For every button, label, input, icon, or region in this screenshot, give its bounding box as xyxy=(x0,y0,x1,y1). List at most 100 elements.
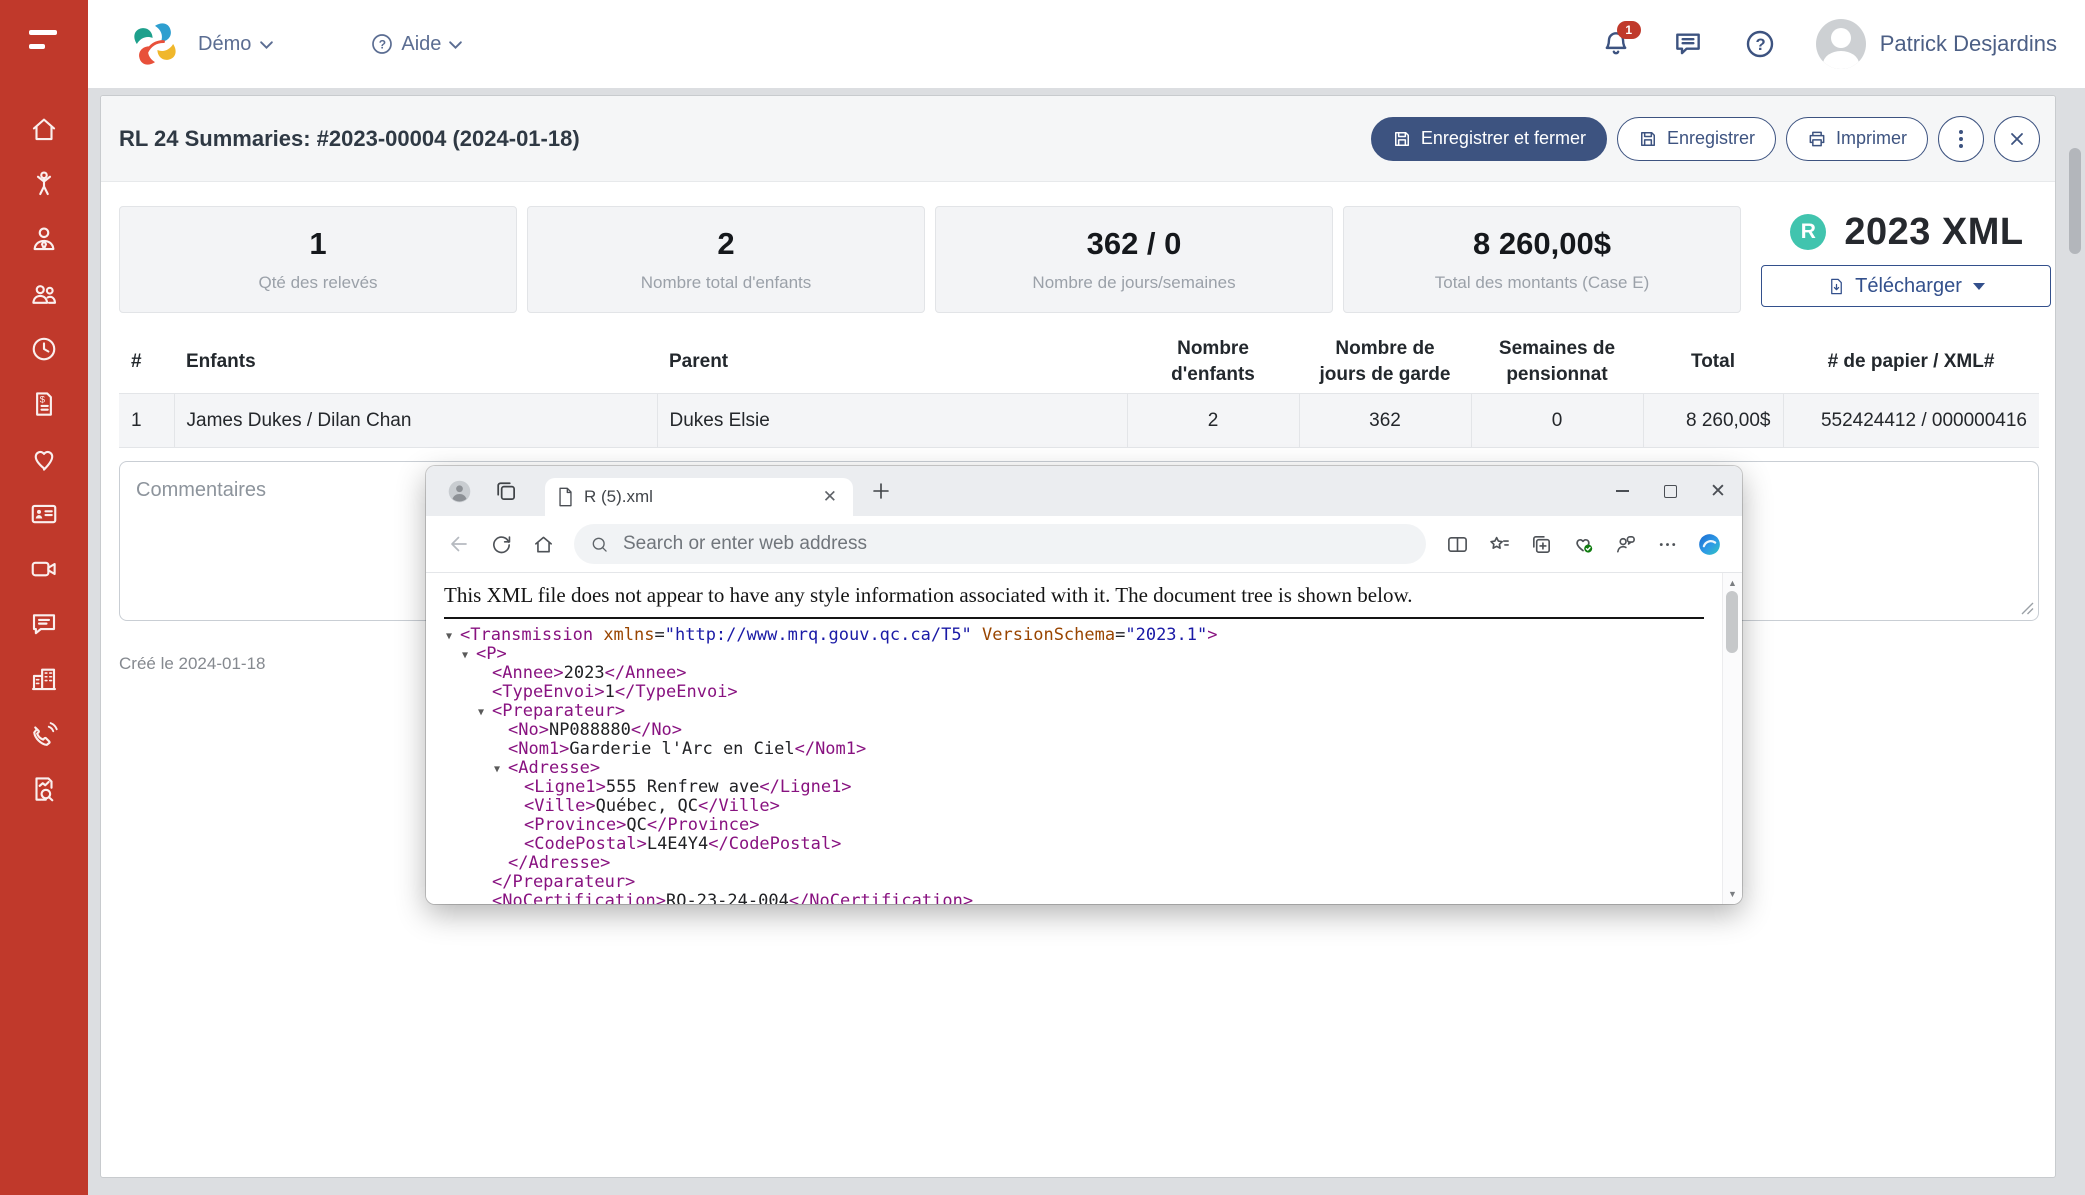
account-menu[interactable]: Patrick Desjardins xyxy=(1816,19,2057,69)
xml-line: <CodePostal>L4E4Y4</CodePostal> xyxy=(432,835,1742,854)
brand-menu[interactable]: Démo xyxy=(198,33,274,56)
download-button[interactable]: Télécharger xyxy=(1761,265,2051,307)
new-tab-icon[interactable] xyxy=(869,479,893,503)
browser-window: R (5).xml ✕ ✕ xyxy=(426,466,1742,904)
xml-line: </Preparateur> xyxy=(432,873,1742,892)
page-scrollbar[interactable] xyxy=(2069,148,2081,254)
collapse-arrow-icon[interactable]: ▼ xyxy=(446,627,460,646)
heart-icon xyxy=(29,444,59,474)
sidebar-item-calls[interactable] xyxy=(22,706,66,761)
xml-line: <Annee>2023</Annee> xyxy=(432,664,1742,683)
xml-line: </Adresse> xyxy=(432,854,1742,873)
browser-essentials-button[interactable] xyxy=(1562,523,1604,565)
xml-line: <Ville>Québec, QC</Ville> xyxy=(432,797,1742,816)
stat-card-montants: 8 260,00$ Total des montants (Case E) xyxy=(1343,206,1741,313)
col-parent: Parent xyxy=(657,331,1127,394)
browser-profile-icon[interactable] xyxy=(446,478,473,505)
xml-line: ▼<Adresse> xyxy=(432,759,1742,778)
divider xyxy=(444,617,1704,619)
table-header-row: # Enfants Parent Nombre d'enfants Nombre… xyxy=(119,331,2039,394)
browser-content: This XML file does not appear to have an… xyxy=(426,573,1742,904)
xml-download-block: R 2023 XML Télécharger xyxy=(1761,206,2053,307)
caret-down-icon xyxy=(1973,283,1985,290)
tab-close-icon[interactable]: ✕ xyxy=(819,487,841,507)
sidebar-item-id-cards[interactable] xyxy=(22,486,66,541)
person-feedback-icon xyxy=(1614,533,1637,556)
collapse-arrow-icon[interactable]: ▼ xyxy=(478,703,492,722)
kebab-icon xyxy=(1959,130,1963,148)
collections-icon xyxy=(1530,533,1553,556)
sidebar-item-children[interactable] xyxy=(22,156,66,211)
save-and-close-button[interactable]: Enregistrer et fermer xyxy=(1371,117,1607,161)
collections-button[interactable] xyxy=(1520,523,1562,565)
workspaces-icon[interactable] xyxy=(493,478,519,504)
address-input[interactable] xyxy=(621,532,1410,556)
split-screen-button[interactable] xyxy=(1436,523,1478,565)
xml-line: <Nom1>Garderie l'Arc en Ciel</Nom1> xyxy=(432,740,1742,759)
address-bar[interactable] xyxy=(574,524,1426,564)
sidebar-item-reports[interactable] xyxy=(22,761,66,816)
page-title: RL 24 Summaries: #2023-00004 (2024-01-18… xyxy=(119,126,580,152)
scroll-down-icon[interactable]: ▼ xyxy=(1723,889,1742,899)
child-icon xyxy=(29,169,59,199)
sidebar-item-billing[interactable]: $ xyxy=(22,376,66,431)
sidebar-item-health[interactable] xyxy=(22,431,66,486)
chevron-down-icon xyxy=(259,40,274,50)
close-panel-button[interactable] xyxy=(1994,116,2040,162)
menu-toggle-icon[interactable] xyxy=(29,30,59,49)
table-row[interactable]: 1 James Dukes / Dilan Chan Dukes Elsie 2… xyxy=(119,394,2039,448)
more-options-button[interactable] xyxy=(1938,116,1984,162)
sidebar-item-families[interactable] xyxy=(22,266,66,321)
minimize-icon xyxy=(1616,490,1629,492)
refresh-button[interactable] xyxy=(480,523,522,565)
sidebar-item-home[interactable] xyxy=(22,101,66,156)
xml-line: <Ligne1>555 Renfrew ave</Ligne1> xyxy=(432,778,1742,797)
print-button[interactable]: Imprimer xyxy=(1786,117,1928,161)
xml-line: ▼<Transmission xmlns="http://www.mrq.gou… xyxy=(432,626,1742,645)
sidebar: $ xyxy=(0,0,88,1195)
document-icon xyxy=(557,487,574,507)
sidebar-item-organization[interactable] xyxy=(22,651,66,706)
resize-grip[interactable] xyxy=(2021,602,2034,615)
content-scrollbar[interactable]: ▲ ▼ xyxy=(1722,573,1742,904)
collapse-arrow-icon[interactable]: ▼ xyxy=(494,760,508,779)
svg-text:?: ? xyxy=(1755,35,1765,54)
notifications-button[interactable]: 1 xyxy=(1600,28,1632,60)
copilot-button[interactable] xyxy=(1688,523,1730,565)
sidebar-item-staff[interactable] xyxy=(22,211,66,266)
download-file-icon xyxy=(1827,277,1846,296)
home-button[interactable] xyxy=(522,523,564,565)
messages-button[interactable] xyxy=(1672,28,1704,60)
ellipsis-icon xyxy=(1656,533,1679,556)
id-card-icon xyxy=(29,499,59,529)
save-button[interactable]: Enregistrer xyxy=(1617,117,1776,161)
col-total: Total xyxy=(1643,331,1783,394)
close-icon xyxy=(2009,131,2025,147)
sidebar-item-video[interactable] xyxy=(22,541,66,596)
invoice-icon: $ xyxy=(29,389,59,419)
svg-text:?: ? xyxy=(379,37,386,51)
scroll-up-icon[interactable]: ▲ xyxy=(1723,578,1742,588)
help-button[interactable]: ? xyxy=(1744,28,1776,60)
stat-card-releves: 1 Qté des relevés xyxy=(119,206,517,313)
browser-tab[interactable]: R (5).xml ✕ xyxy=(545,478,853,516)
printer-icon xyxy=(1807,129,1827,149)
xml-style-notice: This XML file does not appear to have an… xyxy=(444,583,1698,608)
video-camera-icon xyxy=(29,554,59,584)
favorites-button[interactable] xyxy=(1478,523,1520,565)
settings-more-button[interactable] xyxy=(1646,523,1688,565)
star-lines-icon xyxy=(1488,533,1511,556)
collapse-arrow-icon[interactable]: ▼ xyxy=(462,646,476,665)
window-maximize-button[interactable] xyxy=(1646,466,1694,516)
window-minimize-button[interactable] xyxy=(1598,466,1646,516)
window-close-button[interactable]: ✕ xyxy=(1694,466,1742,516)
feedback-button[interactable] xyxy=(1604,523,1646,565)
home-icon xyxy=(532,533,555,556)
back-button[interactable] xyxy=(438,523,480,565)
help-menu[interactable]: ? Aide xyxy=(370,32,463,56)
help-circle-icon: ? xyxy=(1744,28,1776,60)
people-icon xyxy=(29,279,59,309)
scrollbar-thumb[interactable] xyxy=(1726,591,1738,653)
sidebar-item-schedule[interactable] xyxy=(22,321,66,376)
sidebar-item-messages[interactable] xyxy=(22,596,66,651)
